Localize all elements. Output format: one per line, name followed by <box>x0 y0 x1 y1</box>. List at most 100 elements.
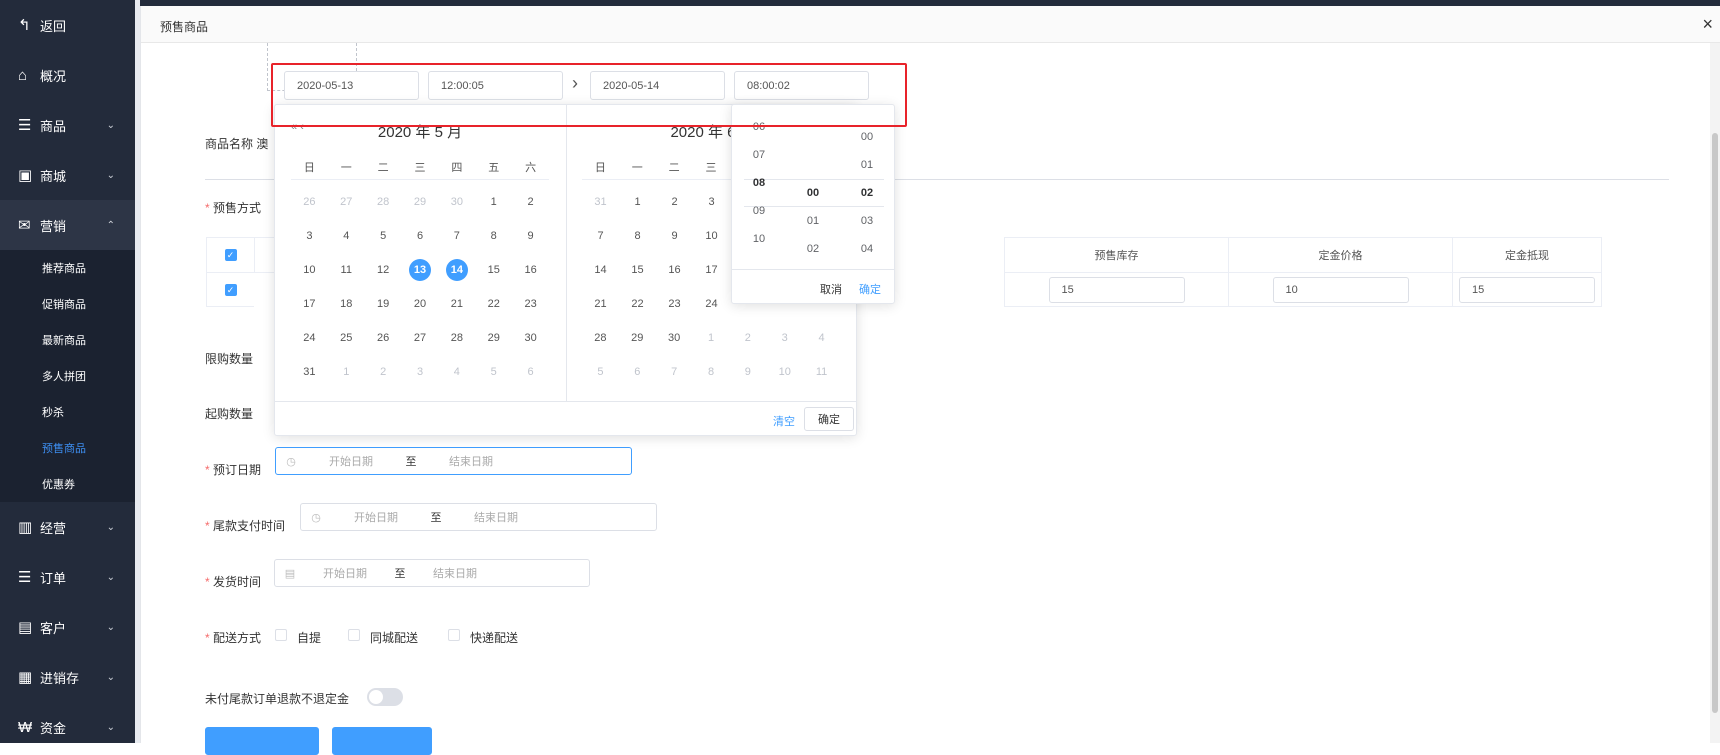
calendar-day[interactable]: 15 <box>619 264 656 276</box>
calendar-day[interactable]: 22 <box>619 298 656 310</box>
calendar-day[interactable]: 15 <box>475 264 512 276</box>
minute-column[interactable]: 00 01 02 <box>786 113 840 261</box>
deposit-offset-input[interactable]: 15 <box>1459 276 1595 303</box>
scrollbar-thumb[interactable] <box>1712 133 1718 713</box>
calendar-day[interactable]: 3 <box>693 196 730 208</box>
calendar-day[interactable]: 5 <box>582 366 619 378</box>
calendar-day[interactable]: 27 <box>402 332 439 344</box>
pickup-checkbox[interactable] <box>275 629 287 641</box>
calendar-day[interactable]: 29 <box>475 332 512 344</box>
calendar-day[interactable]: 24 <box>291 332 328 344</box>
ship-time-range[interactable]: ▤ 开始日期 至 结束日期 <box>274 559 590 587</box>
time-option[interactable]: 01 <box>840 151 894 179</box>
select-all-checkbox[interactable]: ✓ <box>224 249 237 261</box>
calendar-day[interactable]: 30 <box>512 332 549 344</box>
calendar-day[interactable]: 2 <box>729 332 766 344</box>
sidebar-item-6[interactable]: ☰ 订单 ⌄ <box>0 552 135 602</box>
calendar-day[interactable]: 14 <box>582 264 619 276</box>
sidebar-subitem[interactable]: 推荐商品 <box>0 250 135 286</box>
calendar-day[interactable]: 8 <box>619 230 656 242</box>
time-option[interactable]: 11 <box>732 253 786 261</box>
calendar-day[interactable]: 25 <box>328 332 365 344</box>
sidebar-subitem[interactable]: 多人拼团 <box>0 358 135 394</box>
calendar-day[interactable]: 7 <box>438 230 475 242</box>
time-confirm-button[interactable]: 确定 <box>859 281 881 297</box>
picker-confirm-button[interactable]: 确定 <box>804 407 854 431</box>
calendar-day[interactable]: 10 <box>766 366 803 378</box>
calendar-day[interactable]: 7 <box>656 366 693 378</box>
calendar-day[interactable]: 8 <box>475 230 512 242</box>
calendar-day[interactable]: 17 <box>291 298 328 310</box>
express-checkbox[interactable] <box>448 629 460 641</box>
calendar-day[interactable]: 11 <box>803 366 840 378</box>
scrollbar[interactable] <box>1710 43 1720 743</box>
sidebar-item-4[interactable]: ✉ 营销 ⌃ <box>0 200 135 250</box>
calendar-day[interactable]: 21 <box>582 298 619 310</box>
sidebar-item-0[interactable]: ↰ 返回 <box>0 0 135 50</box>
time-option[interactable]: 00 <box>786 179 840 207</box>
calendar-day[interactable]: 31 <box>582 196 619 208</box>
time-option[interactable]: 07 <box>732 141 786 169</box>
hour-column[interactable]: 060708091011 <box>732 113 786 261</box>
calendar-day[interactable]: 22 <box>475 298 512 310</box>
calendar-day[interactable]: 28 <box>438 332 475 344</box>
deposit-price-input[interactable]: 10 <box>1272 276 1409 303</box>
local-delivery-checkbox[interactable] <box>348 629 360 641</box>
sidebar-item-1[interactable]: ⌂ 概况 <box>0 50 135 100</box>
calendar-day[interactable]: 10 <box>693 230 730 242</box>
time-cancel-button[interactable]: 取消 <box>820 281 842 297</box>
calendar-day[interactable]: 4 <box>438 366 475 378</box>
calendar-day[interactable]: 7 <box>582 230 619 242</box>
calendar-day[interactable]: 6 <box>402 230 439 242</box>
calendar-day[interactable]: 6 <box>619 366 656 378</box>
sidebar-item-3[interactable]: ▣ 商城 ⌄ <box>0 150 135 200</box>
calendar-day[interactable]: 20 <box>402 298 439 310</box>
second-column[interactable]: 00 01 02 03 04 <box>840 113 894 261</box>
close-icon[interactable]: × <box>1702 14 1713 35</box>
calendar-day[interactable]: 1 <box>475 196 512 208</box>
calendar-day[interactable]: 8 <box>693 366 730 378</box>
sidebar-subitem[interactable]: 最新商品 <box>0 322 135 358</box>
calendar-day[interactable]: 2 <box>512 196 549 208</box>
calendar-day[interactable]: 23 <box>656 298 693 310</box>
calendar-day[interactable]: 28 <box>582 332 619 344</box>
calendar-day[interactable]: 31 <box>291 366 328 378</box>
calendar-day[interactable]: 21 <box>438 298 475 310</box>
calendar-day[interactable]: 1 <box>693 332 730 344</box>
final-pay-range[interactable]: ◷ 开始日期 至 结束日期 <box>300 503 657 531</box>
sidebar-subitem[interactable]: 优惠券 <box>0 466 135 502</box>
calendar-day[interactable]: 9 <box>656 230 693 242</box>
calendar-day[interactable]: 9 <box>729 366 766 378</box>
time-option[interactable]: 03 <box>840 207 894 235</box>
calendar-day[interactable]: 3 <box>402 366 439 378</box>
save-continue-button[interactable] <box>205 727 319 755</box>
time-option[interactable]: 08 <box>732 169 786 197</box>
calendar-day[interactable]: 26 <box>365 332 402 344</box>
calendar-day[interactable]: 18 <box>328 298 365 310</box>
calendar-day[interactable]: 6 <box>512 366 549 378</box>
calendar-day[interactable]: 2 <box>656 196 693 208</box>
calendar-day[interactable]: 23 <box>512 298 549 310</box>
sidebar-subitem[interactable]: 促销商品 <box>0 286 135 322</box>
calendar-day[interactable]: 10 <box>291 264 328 276</box>
calendar-day[interactable]: 24 <box>693 298 730 310</box>
calendar-day[interactable]: 16 <box>656 264 693 276</box>
calendar-day[interactable]: 1 <box>328 366 365 378</box>
time-option[interactable]: 02 <box>786 235 840 261</box>
calendar-day[interactable]: 16 <box>512 264 549 276</box>
calendar-day[interactable]: 29 <box>619 332 656 344</box>
time-option[interactable] <box>786 151 840 179</box>
calendar-day[interactable]: 11 <box>328 264 365 276</box>
calendar-day[interactable]: 30 <box>438 196 475 208</box>
calendar-day[interactable]: 1 <box>619 196 656 208</box>
calendar-day[interactable]: 14 <box>445 259 468 281</box>
calendar-day[interactable]: 2 <box>365 366 402 378</box>
time-option[interactable]: 09 <box>732 197 786 225</box>
time-option[interactable]: 04 <box>840 235 894 261</box>
calendar-day[interactable]: 26 <box>291 196 328 208</box>
time-option[interactable] <box>786 123 840 151</box>
calendar-day[interactable]: 4 <box>803 332 840 344</box>
calendar-day[interactable]: 9 <box>512 230 549 242</box>
sidebar-subitem[interactable]: 秒杀 <box>0 394 135 430</box>
calendar-day[interactable]: 30 <box>656 332 693 344</box>
